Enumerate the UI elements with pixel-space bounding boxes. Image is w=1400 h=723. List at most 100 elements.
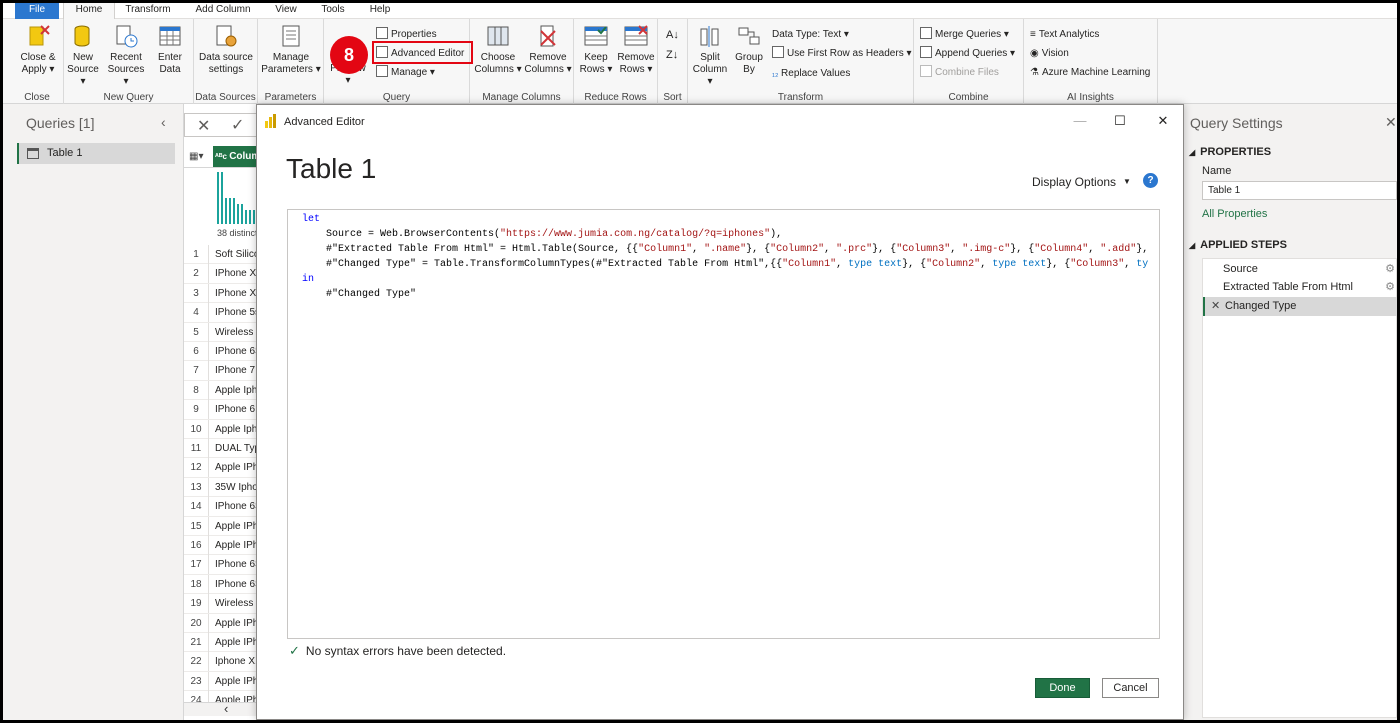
table-row[interactable]: 9 IPhone 6	[184, 400, 264, 420]
step-extracted-table[interactable]: Extracted Table From Html ⚙	[1203, 278, 1397, 297]
text-analytics-button[interactable]: ≡ Text Analytics	[1030, 27, 1099, 43]
table-row[interactable]: 12Apple IPhone	[184, 458, 264, 478]
new-source-button[interactable]: New Source ▾	[64, 23, 102, 88]
display-options-dropdown[interactable]: Display Options ▼	[1032, 175, 1131, 189]
table-row[interactable]: 15Apple IPhone	[184, 516, 264, 536]
keyword-let: let	[302, 214, 321, 225]
table-row[interactable]: 2 IPhone X	[184, 264, 264, 284]
cancel-button[interactable]: Cancel	[1102, 678, 1159, 698]
code-token: }, {	[1010, 244, 1035, 255]
table-row[interactable]: 13 35W Iphone	[184, 477, 264, 498]
table-row[interactable]: 21Apple IPhone	[184, 633, 264, 653]
distribution-bar	[233, 198, 235, 224]
azure-ml-button[interactable]: ⚗ Azure Machine Learning	[1030, 65, 1150, 81]
tab-transform[interactable]: Transform	[119, 3, 177, 19]
remove-columns-button[interactable]: Remove Columns ▾	[524, 23, 572, 76]
choose-columns-button[interactable]: Choose Columns ▾	[474, 23, 522, 76]
table-row[interactable]: 5 Wireless	[184, 322, 264, 342]
group-by-icon	[738, 27, 760, 45]
enter-data-button[interactable]: Enter Data	[150, 23, 190, 76]
scroll-left-icon[interactable]: ‹	[224, 701, 228, 716]
data-source-settings-button[interactable]: Data source settings	[196, 23, 256, 76]
append-queries-button[interactable]: Append Queries ▾	[920, 46, 1015, 62]
split-column-button[interactable]: Split Column ▾	[690, 23, 730, 88]
merge-queries-button[interactable]: Merge Queries ▾	[920, 27, 1009, 43]
tab-help[interactable]: Help	[363, 3, 397, 19]
tab-home[interactable]: Home	[63, 3, 115, 19]
table-row[interactable]: 7 IPhone 7	[184, 361, 264, 381]
keep-rows-label: Keep	[584, 52, 608, 63]
close-icon[interactable]: ✕	[1153, 113, 1173, 129]
group-by-label-2: By	[743, 64, 755, 75]
maximize-icon[interactable]: ☐	[1110, 113, 1130, 129]
minimize-icon[interactable]: —	[1070, 113, 1090, 128]
step-source[interactable]: Source ⚙	[1203, 260, 1397, 279]
table-row[interactable]: 10Apple Iphone	[184, 419, 264, 439]
group-data-sources: Data source settings Data Sources	[194, 19, 258, 104]
table-row[interactable]: 4 IPhone 5s	[184, 303, 264, 323]
properties-section[interactable]: ◢ PROPERTIES	[1189, 146, 1271, 158]
manage-parameters-button[interactable]: Manage Parameters ▾	[260, 23, 322, 76]
table-row[interactable]: 14 IPhone 6S	[184, 497, 264, 517]
gear-icon[interactable]: ⚙	[1385, 278, 1395, 297]
code-editor[interactable]: let Source = Web.BrowserContents("https:…	[287, 209, 1160, 639]
table-row[interactable]: 22 Iphone X,	[184, 652, 264, 672]
commit-formula-icon[interactable]: ✓	[231, 115, 244, 135]
keep-rows-button[interactable]: Keep Rows ▾	[576, 23, 616, 76]
table-row[interactable]: 1Soft Silicone	[184, 245, 264, 265]
table-row[interactable]: 16Apple IPhone	[184, 536, 264, 556]
row-number: 2	[184, 264, 209, 284]
close-icon[interactable]: ✕	[1385, 114, 1397, 131]
choose-columns-icon	[487, 26, 509, 46]
table-row[interactable]: 17 IPhone 6S	[184, 555, 264, 575]
table-row[interactable]: 11 DUAL Type	[184, 439, 264, 459]
table-row[interactable]: 3 IPhone X	[184, 283, 264, 304]
table-menu-icon[interactable]: ▦▾	[189, 151, 203, 162]
sort-ascending-icon[interactable]: A↓	[666, 27, 679, 43]
combine-files-button[interactable]: Combine Files	[920, 65, 999, 81]
sort-descending-icon[interactable]: Z↓	[666, 47, 678, 63]
query-item-table-1[interactable]: Table 1	[17, 143, 175, 164]
code-keyword: type	[992, 259, 1017, 270]
group-by-button[interactable]: Group By	[732, 23, 766, 76]
tab-file[interactable]: File	[15, 3, 59, 19]
delete-step-icon[interactable]: ✕	[1211, 297, 1220, 316]
code-string: "Column3"	[896, 244, 951, 255]
table-row[interactable]: 23Apple IPhone	[184, 671, 264, 692]
manage-button[interactable]: Manage ▾	[376, 65, 435, 81]
keyword-in: in	[302, 274, 315, 285]
table-row[interactable]: 8Apple Iphone	[184, 380, 264, 401]
first-row-label: Use First Row as Headers	[787, 48, 904, 59]
remove-rows-button[interactable]: Remove Rows ▾	[616, 23, 656, 76]
column-header[interactable]: ▦▾ ᴬᴮc Column1	[184, 146, 264, 168]
applied-steps-section[interactable]: ◢ APPLIED STEPS	[1189, 239, 1287, 251]
tab-view[interactable]: View	[269, 3, 303, 19]
group-manage-columns: Choose Columns ▾ Remove Columns ▾ Manage…	[470, 19, 574, 104]
help-icon[interactable]: ?	[1143, 173, 1158, 188]
applied-steps-list: Source ⚙ Extracted Table From Html ⚙ ✕ C…	[1202, 258, 1397, 718]
cancel-formula-icon[interactable]: ✕	[197, 116, 210, 136]
replace-values-button[interactable]: ₁₂ Replace Values	[772, 65, 850, 81]
data-type-dropdown[interactable]: Data Type: Text ▾	[772, 27, 849, 43]
tab-add-column[interactable]: Add Column	[189, 3, 257, 19]
table-row[interactable]: 6 IPhone 6S	[184, 342, 264, 362]
close-apply-button[interactable]: Close & Apply ▾	[15, 23, 61, 76]
recent-sources-button[interactable]: Recent Sources ▾	[104, 23, 148, 88]
done-button[interactable]: Done	[1035, 678, 1090, 698]
horizontal-scrollbar[interactable]: ‹	[184, 701, 264, 716]
use-first-row-button[interactable]: Use First Row as Headers ▾	[772, 46, 912, 62]
query-name-input[interactable]: Table 1	[1202, 181, 1397, 200]
formula-bar[interactable]: ✕ ✓	[184, 113, 264, 137]
properties-section-label: PROPERTIES	[1200, 146, 1272, 158]
merge-queries-icon	[920, 27, 932, 39]
step-changed-type[interactable]: ✕ Changed Type	[1203, 297, 1397, 316]
gear-icon[interactable]: ⚙	[1385, 260, 1395, 279]
collapse-chevron-icon[interactable]: ‹	[161, 114, 166, 130]
all-properties-link[interactable]: All Properties	[1202, 208, 1267, 220]
tab-tools[interactable]: Tools	[315, 3, 351, 19]
vision-button[interactable]: ◉ Vision	[1030, 46, 1069, 62]
table-row[interactable]: 20Apple IPhone	[184, 613, 264, 633]
table-row[interactable]: 18 IPhone 6S	[184, 574, 264, 595]
table-row[interactable]: 19 Wireless	[184, 594, 264, 614]
group-transform: Split Column ▾ Group By Data Type: Text …	[688, 19, 914, 104]
